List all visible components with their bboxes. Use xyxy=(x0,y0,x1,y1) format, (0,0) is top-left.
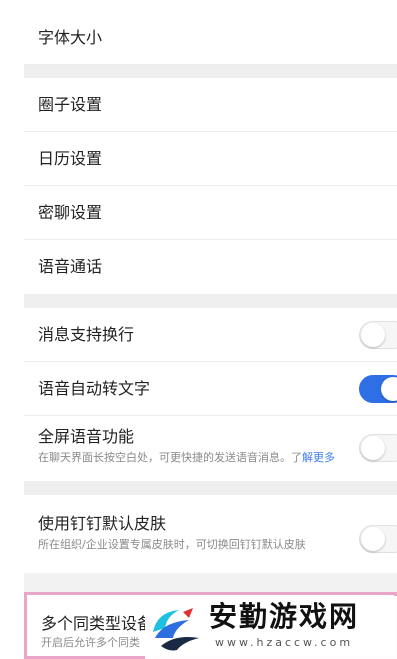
default-skin-toggle[interactable] xyxy=(359,525,397,553)
voice-call-row[interactable]: 语音通话 xyxy=(24,240,397,294)
fullscreen-voice-label: 全屏语音功能 xyxy=(38,427,135,446)
secret-chat-settings-label: 密聊设置 xyxy=(38,203,103,222)
fullscreen-voice-toggle[interactable] xyxy=(359,434,397,462)
font-size-row[interactable]: 字体大小 xyxy=(24,0,397,65)
settings-list: 字体大小 圈子设置 日历设置 密聊设置 语音通话 消息支持换行 语音自动转文字 xyxy=(24,0,397,659)
left-margin xyxy=(0,0,24,659)
section-gap xyxy=(24,294,397,308)
default-skin-label: 使用钉钉默认皮肤 xyxy=(38,514,167,533)
message-line-wrap-toggle[interactable] xyxy=(359,321,397,349)
voice-to-text-label: 语音自动转文字 xyxy=(38,379,151,398)
fullscreen-voice-description-text: 在聊天界面长按空白处，可更快捷的发送语音消息。了 xyxy=(38,451,302,464)
font-size-label: 字体大小 xyxy=(38,28,103,47)
site-watermark: 安勤游戏网 www.hzaccw.com xyxy=(145,596,397,659)
calendar-settings-row[interactable]: 日历设置 xyxy=(24,132,397,186)
message-line-wrap-label: 消息支持换行 xyxy=(38,325,135,344)
multiple-devices-label: 多个同类型设备 xyxy=(41,614,154,633)
toggle-knob xyxy=(361,527,385,551)
section-gap xyxy=(24,65,397,78)
watermark-title: 安勤游戏网 xyxy=(209,600,360,633)
learn-more-link[interactable]: 解更多 xyxy=(302,451,335,464)
calendar-settings-label: 日历设置 xyxy=(38,149,103,168)
voice-to-text-toggle[interactable] xyxy=(359,375,397,403)
toggle-knob xyxy=(361,436,385,460)
default-skin-row: 使用钉钉默认皮肤 所在组织/企业设置专属皮肤时，可切换回钉钉默认皮肤 xyxy=(24,495,397,573)
watermark-url: www.hzaccw.com xyxy=(215,636,354,649)
toggle-knob xyxy=(361,323,385,347)
circle-settings-label: 圈子设置 xyxy=(38,95,103,114)
settings-screen: 字体大小 圈子设置 日历设置 密聊设置 语音通话 消息支持换行 语音自动转文字 xyxy=(0,0,397,659)
fullscreen-voice-row: 全屏语音功能 在聊天界面长按空白处，可更快捷的发送语音消息。了解更多 xyxy=(24,416,397,481)
default-skin-description: 所在组织/企业设置专属皮肤时，可切换回钉钉默认皮肤 xyxy=(38,538,306,551)
multiple-devices-description: 开启后允许多个同类 xyxy=(41,636,140,649)
voice-to-text-row: 语音自动转文字 xyxy=(24,362,397,416)
watermark-logo-icon xyxy=(153,608,199,651)
section-gap xyxy=(24,481,397,495)
circle-settings-row[interactable]: 圈子设置 xyxy=(24,78,397,132)
secret-chat-settings-row[interactable]: 密聊设置 xyxy=(24,186,397,240)
fullscreen-voice-description: 在聊天界面长按空白处，可更快捷的发送语音消息。了解更多 xyxy=(38,450,353,466)
toggle-knob xyxy=(381,377,397,401)
voice-call-label: 语音通话 xyxy=(38,257,103,276)
message-line-wrap-row: 消息支持换行 xyxy=(24,308,397,362)
